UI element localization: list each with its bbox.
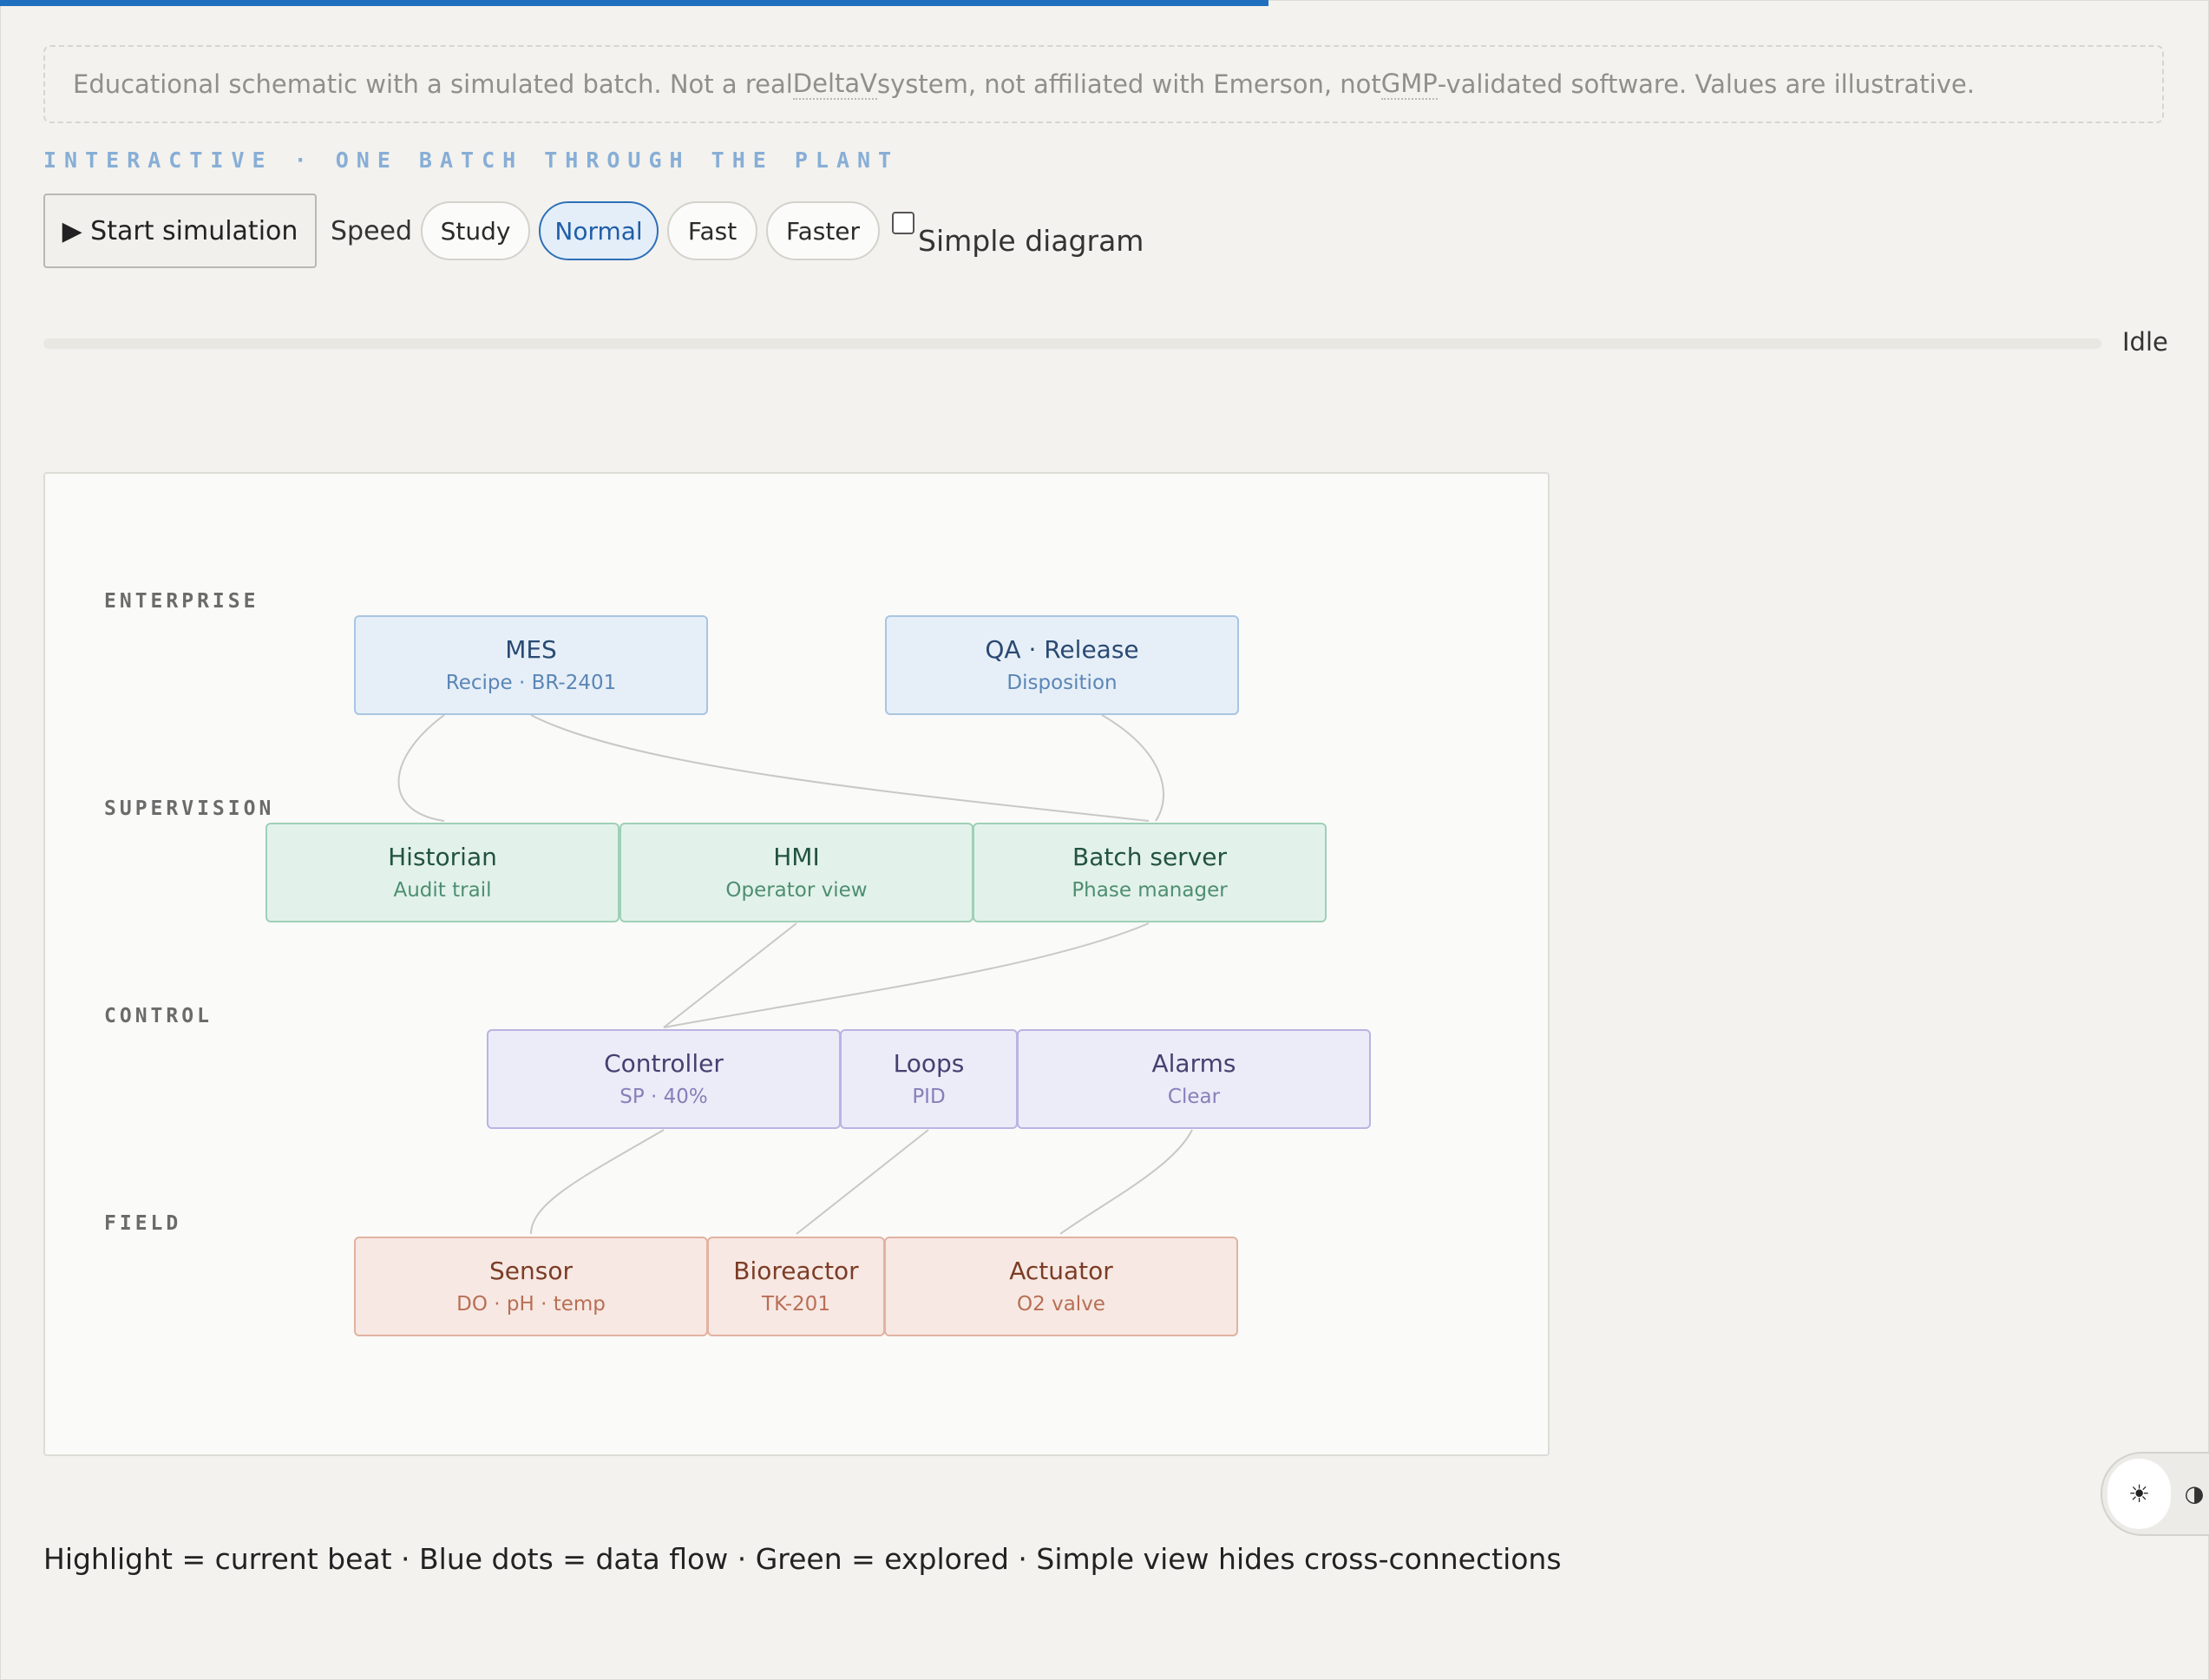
node-sensor-title: Sensor: [489, 1256, 573, 1285]
node-qa-sub: Disposition: [1006, 671, 1118, 694]
link-loops-bioreactor: [796, 1129, 929, 1235]
disclaimer-text-3: -validated software. Values are illustra…: [1437, 69, 1975, 99]
node-qa-release[interactable]: QA · Release Disposition: [885, 615, 1239, 715]
link-alarms-actuator: [1059, 1129, 1193, 1235]
node-batch-title: Batch server: [1072, 842, 1228, 871]
layer-label-supervision: SUPERVISION: [104, 797, 275, 820]
node-hmi[interactable]: HMI Operator view: [619, 823, 973, 922]
node-loops-title: Loops: [893, 1048, 965, 1078]
link-mes-historian: [397, 714, 445, 822]
contrast-icon[interactable]: ◑: [2177, 1459, 2209, 1529]
disclaimer-banner: Educational schematic with a simulated b…: [43, 45, 2164, 123]
node-bioreactor[interactable]: Bioreactor TK-201: [707, 1237, 885, 1336]
layer-label-field: FIELD: [104, 1212, 182, 1235]
node-alarms-sub: Clear: [1167, 1085, 1221, 1108]
node-alarms-title: Alarms: [1151, 1048, 1236, 1078]
layer-label-enterprise: ENTERPRISE: [104, 590, 259, 613]
simulation-controls: ▶ Start simulation Speed Study Normal Fa…: [43, 193, 1144, 269]
node-mes[interactable]: MES Recipe · BR-2401: [354, 615, 708, 715]
node-batch-sub: Phase manager: [1072, 878, 1228, 902]
link-hmi-controller: [663, 922, 797, 1028]
start-simulation-button[interactable]: ▶ Start simulation: [43, 194, 317, 268]
node-bioreactor-title: Bioreactor: [733, 1256, 859, 1285]
link-batch-controller: [663, 922, 1150, 1028]
simulation-status: Idle: [2122, 327, 2168, 357]
node-sensor[interactable]: Sensor DO · pH · temp: [354, 1237, 708, 1336]
disclaimer-text-2: system, not affiliated with Emerson, not: [877, 69, 1381, 99]
disclaimer-abbr-deltav[interactable]: DeltaV: [792, 69, 878, 100]
node-hmi-title: HMI: [773, 842, 820, 871]
theme-toggle: ☀ ◑: [2101, 1452, 2209, 1536]
node-mes-sub: Recipe · BR-2401: [445, 671, 617, 694]
node-historian-sub: Audit trail: [393, 878, 492, 902]
disclaimer-abbr-gmp[interactable]: GMP: [1380, 69, 1438, 100]
diagram-legend: Highlight = current beat · Blue dots = d…: [43, 1542, 1562, 1576]
layer-label-control: CONTROL: [104, 1005, 213, 1027]
link-qa-batch: [1101, 714, 1165, 822]
speed-label: Speed: [331, 215, 413, 246]
speed-normal-button[interactable]: Normal: [539, 201, 659, 260]
node-bioreactor-sub: TK-201: [762, 1292, 830, 1316]
link-controller-sensor: [530, 1129, 665, 1235]
node-controller-sub: SP · 40%: [619, 1085, 708, 1108]
sun-icon[interactable]: ☀: [2107, 1459, 2171, 1529]
simulation-progress-track: [43, 338, 2101, 349]
top-progress-bar: [0, 0, 1268, 6]
simple-diagram-label[interactable]: Simple diagram: [918, 224, 1144, 258]
plant-diagram: ENTERPRISE SUPERVISION CONTROL FIELD MES…: [43, 472, 1550, 1456]
disclaimer-text-1: Educational schematic with a simulated b…: [73, 69, 793, 99]
node-qa-title: QA · Release: [985, 634, 1139, 664]
node-loops[interactable]: Loops PID: [840, 1029, 1018, 1129]
node-alarms[interactable]: Alarms Clear: [1017, 1029, 1371, 1129]
node-batch-server[interactable]: Batch server Phase manager: [973, 823, 1327, 922]
node-historian-title: Historian: [388, 842, 497, 871]
node-sensor-sub: DO · pH · temp: [456, 1292, 606, 1316]
node-controller[interactable]: Controller SP · 40%: [487, 1029, 841, 1129]
node-actuator-title: Actuator: [1009, 1256, 1113, 1285]
section-label: INTERACTIVE · ONE BATCH THROUGH THE PLAN…: [43, 148, 900, 173]
link-mes-batch: [530, 714, 1150, 822]
simple-diagram-checkbox[interactable]: [892, 212, 915, 234]
node-mes-title: MES: [505, 634, 557, 664]
node-loops-sub: PID: [912, 1085, 946, 1108]
simple-diagram-toggle[interactable]: Simple diagram: [892, 196, 1144, 266]
speed-faster-button[interactable]: Faster: [766, 201, 881, 260]
node-controller-title: Controller: [604, 1048, 724, 1078]
node-actuator-sub: O2 valve: [1017, 1292, 1105, 1316]
speed-study-button[interactable]: Study: [421, 201, 531, 260]
speed-fast-button[interactable]: Fast: [667, 201, 758, 260]
node-actuator[interactable]: Actuator O2 valve: [884, 1237, 1238, 1336]
node-historian[interactable]: Historian Audit trail: [265, 823, 619, 922]
node-hmi-sub: Operator view: [725, 878, 868, 902]
